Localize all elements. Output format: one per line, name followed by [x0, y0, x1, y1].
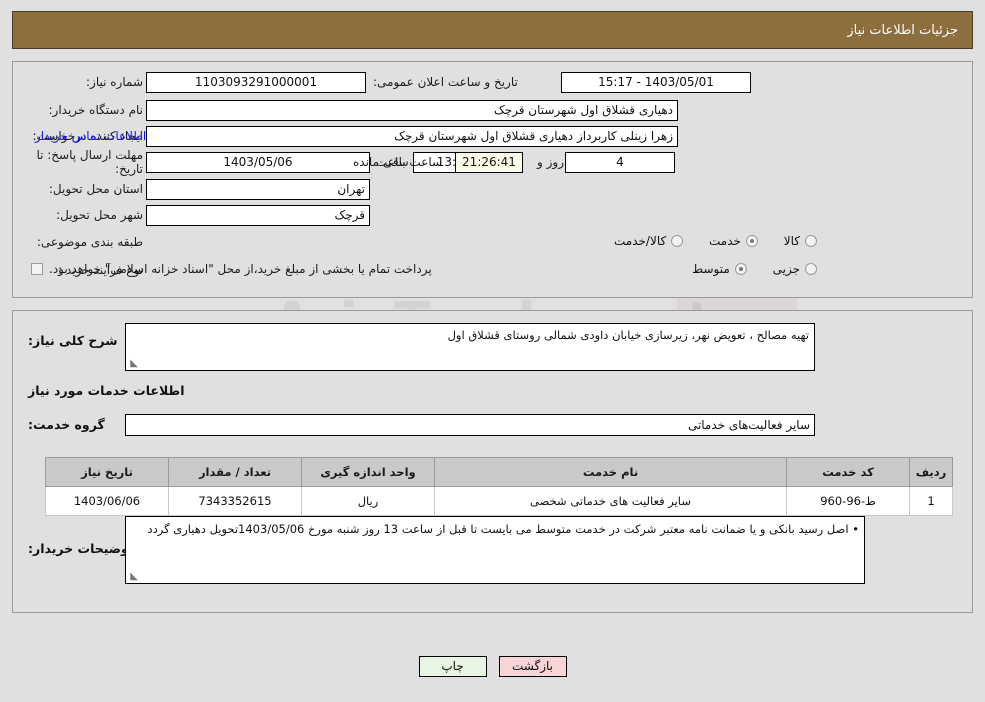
table-col-quantity: تعداد / مقدار	[168, 457, 302, 487]
details-panel: شرح کلی نیاز: تهیه مصالح ، تعویض نهر، زی…	[12, 310, 973, 613]
announce-label: تاریخ و ساعت اعلان عمومی:	[373, 75, 518, 89]
summary-label: شرح کلی نیاز:	[28, 333, 118, 348]
buyer-notes-value: • اصل رسید بانکی و یا ضمانت نامه معتبر ش…	[147, 522, 859, 536]
buyer-notes-textarea[interactable]: • اصل رسید بانکی و یا ضمانت نامه معتبر ش…	[125, 516, 865, 584]
back-button[interactable]: بازگشت	[498, 656, 567, 677]
table-col-date: تاریخ نیاز	[45, 457, 169, 487]
radio-icon[interactable]	[734, 263, 747, 275]
city-label: شهر محل تحویل:	[56, 208, 143, 222]
requester-value: زهرا زینلی کاربرداز دهیاری قشلاق اول شهر…	[146, 126, 678, 147]
buyer-org-label: نام دستگاه خریدار:	[48, 103, 144, 117]
process-option-label-1: متوسط	[692, 262, 730, 276]
radio-icon[interactable]	[805, 263, 817, 275]
radio-icon[interactable]	[745, 235, 758, 247]
page-title: جزئیات اطلاعات نیاز	[847, 22, 958, 38]
radio-icon[interactable]	[671, 235, 684, 247]
deadline-label: مهلت ارسال پاسخ: تا تاریخ:	[36, 148, 143, 176]
table-col-name: نام خدمت	[434, 457, 787, 487]
buyer-notes-label: توضیحات خریدار:	[28, 541, 134, 556]
cell-code: ط-96-960	[786, 486, 910, 516]
days-label: روز و	[537, 155, 564, 169]
service-group-label: گروه خدمت:	[28, 417, 105, 432]
category-option-label-1: خدمت	[709, 234, 741, 248]
buyer-contact-link[interactable]: اطلاعات تماس خریدار	[35, 129, 146, 143]
resize-grip-icon[interactable]: ◣	[128, 359, 138, 369]
cell-name: سایر فعالیت های خدماتی شخصی	[434, 486, 787, 516]
page-header: جزئیات اطلاعات نیاز	[12, 11, 973, 49]
process-option-motavaset[interactable]: متوسط	[692, 262, 747, 276]
category-option-kala[interactable]: کالا	[784, 234, 817, 248]
print-button[interactable]: چاپ	[418, 656, 487, 677]
province-label: استان محل تحویل:	[48, 182, 143, 196]
services-section-title: اطلاعات خدمات مورد نیاز	[28, 383, 185, 398]
category-option-label-0: کالا	[783, 234, 800, 248]
services-table: ردیف کد خدمت نام خدمت واحد اندازه گیری ت…	[45, 457, 953, 516]
button-bar: بازگشت چاپ	[0, 656, 985, 677]
cell-radif: 1	[909, 486, 953, 516]
service-group-value: سایر فعالیت‌های خدماتی	[125, 414, 815, 436]
cell-quantity: 7343352615	[168, 486, 302, 516]
need-info-panel: شماره نیاز: 1103093291000001 تاریخ و ساع…	[12, 61, 973, 298]
resize-grip-icon[interactable]: ◣	[128, 572, 138, 582]
table-header-row: ردیف کد خدمت نام خدمت واحد اندازه گیری ت…	[45, 457, 953, 487]
summary-value: تهیه مصالح ، تعویض نهر، زیرسازی خیابان د…	[447, 328, 809, 342]
province-value: تهران	[146, 179, 370, 200]
category-option-label-2: کالا/خدمت	[614, 234, 667, 248]
need-number-value: 1103093291000001	[146, 72, 366, 93]
cell-date: 1403/06/06	[45, 486, 169, 516]
table-row[interactable]: 1 ط-96-960 سایر فعالیت های خدماتی شخصی ر…	[45, 486, 953, 516]
need-number-label: شماره نیاز:	[86, 75, 143, 89]
category-label: طبقه بندی موضوعی:	[36, 235, 143, 249]
days-remaining-value: 4	[565, 152, 675, 173]
buyer-org-value: دهیاری قشلاق اول شهرستان قرچک	[146, 100, 678, 121]
deadline-date-value: 1403/05/06	[146, 152, 370, 173]
countdown-value: 21:26:41	[455, 152, 523, 173]
announce-value: 1403/05/01 - 15:17	[561, 72, 751, 93]
summary-textarea[interactable]: تهیه مصالح ، تعویض نهر، زیرسازی خیابان د…	[125, 323, 815, 371]
table-col-radif: ردیف	[909, 457, 953, 487]
cell-unit: ریال	[301, 486, 435, 516]
process-option-jozee[interactable]: جزیی	[773, 262, 817, 276]
category-option-kala-khedmat[interactable]: کالا/خدمت	[614, 234, 684, 248]
category-option-khedmat[interactable]: خدمت	[709, 234, 758, 248]
process-option-label-0: جزیی	[772, 262, 800, 276]
treasury-checkbox[interactable]	[31, 263, 43, 275]
radio-icon[interactable]	[805, 235, 817, 247]
table-col-code: کد خدمت	[786, 457, 910, 487]
treasury-checkbox-label: پرداخت تمام یا بخشی از مبلغ خرید،از محل …	[49, 262, 432, 276]
table-col-unit: واحد اندازه گیری	[301, 457, 435, 487]
remaining-label: ساعت باقی مانده	[353, 155, 443, 169]
city-value: قرچک	[146, 205, 370, 226]
